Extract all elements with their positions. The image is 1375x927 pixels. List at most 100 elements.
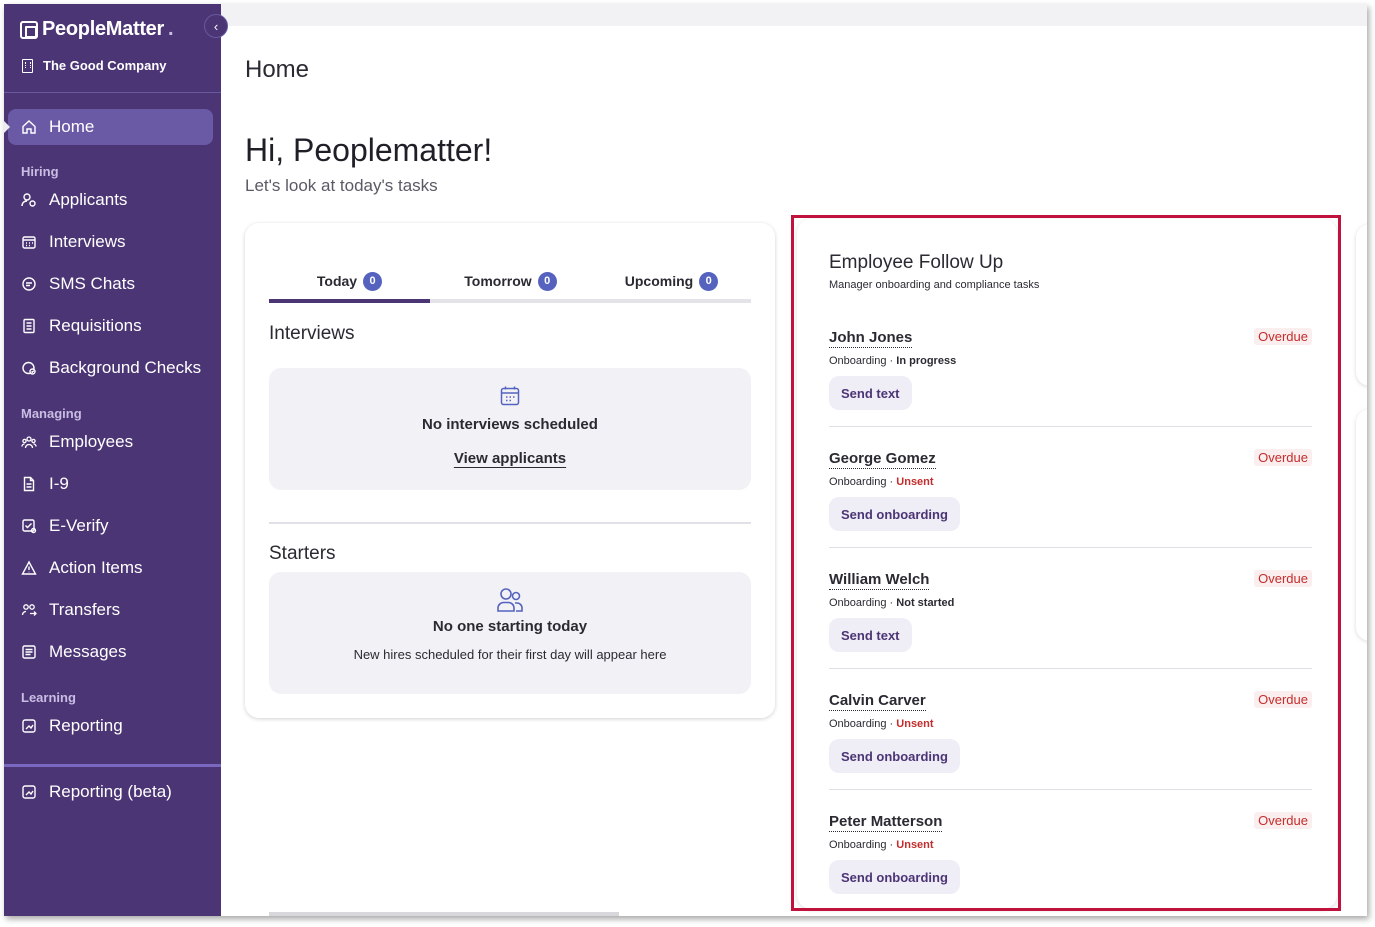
task-status: Not started <box>896 597 955 609</box>
sidebar-item-applicants[interactable]: Applicants <box>4 182 221 218</box>
sidebar-divider <box>4 92 221 93</box>
task-type: Onboarding <box>829 718 887 730</box>
tab-label: Upcoming <box>624 273 694 289</box>
send-onboarding-button[interactable]: Send onboarding <box>829 739 960 773</box>
tasks-card: Today 0 Tomorrow 0 Upcoming 0 Interviews <box>245 223 775 718</box>
warning-triangle-icon <box>21 560 37 576</box>
overdue-badge: Overdue <box>1254 691 1312 708</box>
sidebar-item-requisitions[interactable]: Requisitions <box>4 308 221 344</box>
task-type: Onboarding <box>829 355 887 367</box>
sidebar-item-reporting-beta[interactable]: Reporting (beta) <box>4 774 221 810</box>
overdue-badge: Overdue <box>1254 328 1312 345</box>
users-icon <box>269 572 751 614</box>
user-transfer-icon <box>21 602 37 618</box>
sidebar-item-label: Messages <box>49 642 127 661</box>
checkbox-icon <box>21 518 37 534</box>
sidebar-item-reporting[interactable]: Reporting <box>4 708 221 744</box>
home-icon <box>21 119 37 135</box>
follow-up-row: Peter Matterson Overdue Onboarding · Uns… <box>829 812 1312 916</box>
overdue-badge: Overdue <box>1254 570 1312 587</box>
sidebar-item-label: E-Verify <box>49 516 109 535</box>
collapse-sidebar-button[interactable]: ‹ <box>204 14 228 38</box>
task-status: Unsent <box>896 718 934 730</box>
employee-name-link[interactable]: William Welch <box>829 570 930 590</box>
follow-up-row: Calvin Carver Overdue Onboarding · Unsen… <box>829 691 1312 812</box>
section-label-learning: Learning <box>21 690 76 705</box>
sidebar-item-e-verify[interactable]: E-Verify <box>4 508 221 544</box>
section-label-managing: Managing <box>21 406 82 421</box>
task-type: Onboarding <box>829 476 887 488</box>
empty-text: New hires scheduled for their first day … <box>353 647 667 662</box>
sidebar-item-label: Applicants <box>49 190 128 209</box>
sidebar: PeopleMatter. The Good Company Home Hiri… <box>4 4 221 916</box>
sidebar-item-home[interactable]: Home <box>4 109 213 145</box>
sidebar-item-employees[interactable]: Employees <box>4 424 221 460</box>
sidebar-item-action-items[interactable]: Action Items <box>4 550 221 586</box>
report-chart-icon <box>21 718 37 734</box>
task-status: Unsent <box>896 839 934 851</box>
calendar-icon <box>21 234 37 250</box>
shield-check-icon <box>21 360 37 376</box>
employee-follow-up-card: Employee Follow Up Manager onboarding an… <box>797 219 1337 909</box>
peoplematter-logo-icon <box>20 20 38 39</box>
task-meta: Onboarding · In progress <box>829 355 957 367</box>
sidebar-item-interviews[interactable]: Interviews <box>4 224 221 260</box>
task-type: Onboarding <box>829 839 887 851</box>
greeting-subtitle: Let's look at today's tasks <box>245 176 438 195</box>
chevron-left-icon: ‹ <box>213 18 219 34</box>
sidebar-item-i9[interactable]: I-9 <box>4 466 221 502</box>
sidebar-item-sms-chats[interactable]: SMS Chats <box>4 266 221 302</box>
task-type: Onboarding <box>829 597 887 609</box>
row-divider <box>829 547 1312 548</box>
follow-up-subtitle: Manager onboarding and compliance tasks <box>829 279 1040 291</box>
task-status: Unsent <box>896 476 934 488</box>
employee-name-link[interactable]: John Jones <box>829 328 913 348</box>
offscreen-card <box>1356 224 1367 386</box>
empty-title: No interviews scheduled <box>422 416 598 433</box>
sidebar-item-label: Reporting <box>49 716 123 735</box>
send-text-button[interactable]: Send text <box>829 618 912 652</box>
document-list-icon <box>21 318 37 334</box>
view-applicants-link[interactable]: View applicants <box>454 450 566 467</box>
count-badge: 0 <box>363 271 383 291</box>
sidebar-item-background-checks[interactable]: Background Checks <box>4 350 221 386</box>
overdue-badge: Overdue <box>1254 449 1312 466</box>
sidebar-item-label: Home <box>49 117 95 136</box>
building-icon <box>22 58 33 73</box>
send-onboarding-button[interactable]: Send onboarding <box>829 497 960 531</box>
tab-today[interactable]: Today 0 <box>269 261 430 301</box>
interviews-empty-state: No interviews scheduled View applicants <box>269 368 751 490</box>
send-text-button[interactable]: Send text <box>829 376 912 410</box>
top-bar <box>221 4 1367 26</box>
task-meta: Onboarding · Unsent <box>829 476 934 488</box>
sidebar-item-label: Employees <box>49 432 134 451</box>
app-window: PeopleMatter. The Good Company Home Hiri… <box>4 4 1367 916</box>
company-selector[interactable]: The Good Company <box>22 58 167 73</box>
sidebar-item-label: Reporting (beta) <box>49 782 172 801</box>
sidebar-bottom-divider <box>4 764 221 767</box>
employee-name-link[interactable]: George Gomez <box>829 449 936 469</box>
overdue-badge: Overdue <box>1254 812 1312 829</box>
chat-bubble-icon <box>21 276 37 292</box>
count-badge: 0 <box>699 271 719 291</box>
sidebar-item-label: Interviews <box>49 232 126 251</box>
send-onboarding-button[interactable]: Send onboarding <box>829 860 960 894</box>
sidebar-item-label: SMS Chats <box>49 274 135 293</box>
horizontal-scrollbar[interactable] <box>269 912 619 916</box>
count-badge: 0 <box>537 271 557 291</box>
follow-up-row: John Jones Overdue Onboarding · In progr… <box>829 328 1312 449</box>
tab-active-indicator <box>269 299 430 303</box>
brand-name: PeopleMatter <box>42 18 164 40</box>
employee-name-link[interactable]: Peter Matterson <box>829 812 943 832</box>
tab-upcoming[interactable]: Upcoming 0 <box>591 261 752 301</box>
follow-up-row: William Welch Overdue Onboarding · Not s… <box>829 570 1312 691</box>
row-divider <box>829 426 1312 427</box>
sidebar-item-transfers[interactable]: Transfers <box>4 592 221 628</box>
brand-logo[interactable]: PeopleMatter. <box>20 18 174 41</box>
greeting: Hi, Peoplematter! <box>245 132 493 168</box>
sidebar-item-messages[interactable]: Messages <box>4 634 221 670</box>
interviews-section-title: Interviews <box>269 323 355 344</box>
tab-tomorrow[interactable]: Tomorrow 0 <box>430 261 591 301</box>
tab-label: Tomorrow <box>464 273 532 289</box>
employee-name-link[interactable]: Calvin Carver <box>829 691 926 711</box>
